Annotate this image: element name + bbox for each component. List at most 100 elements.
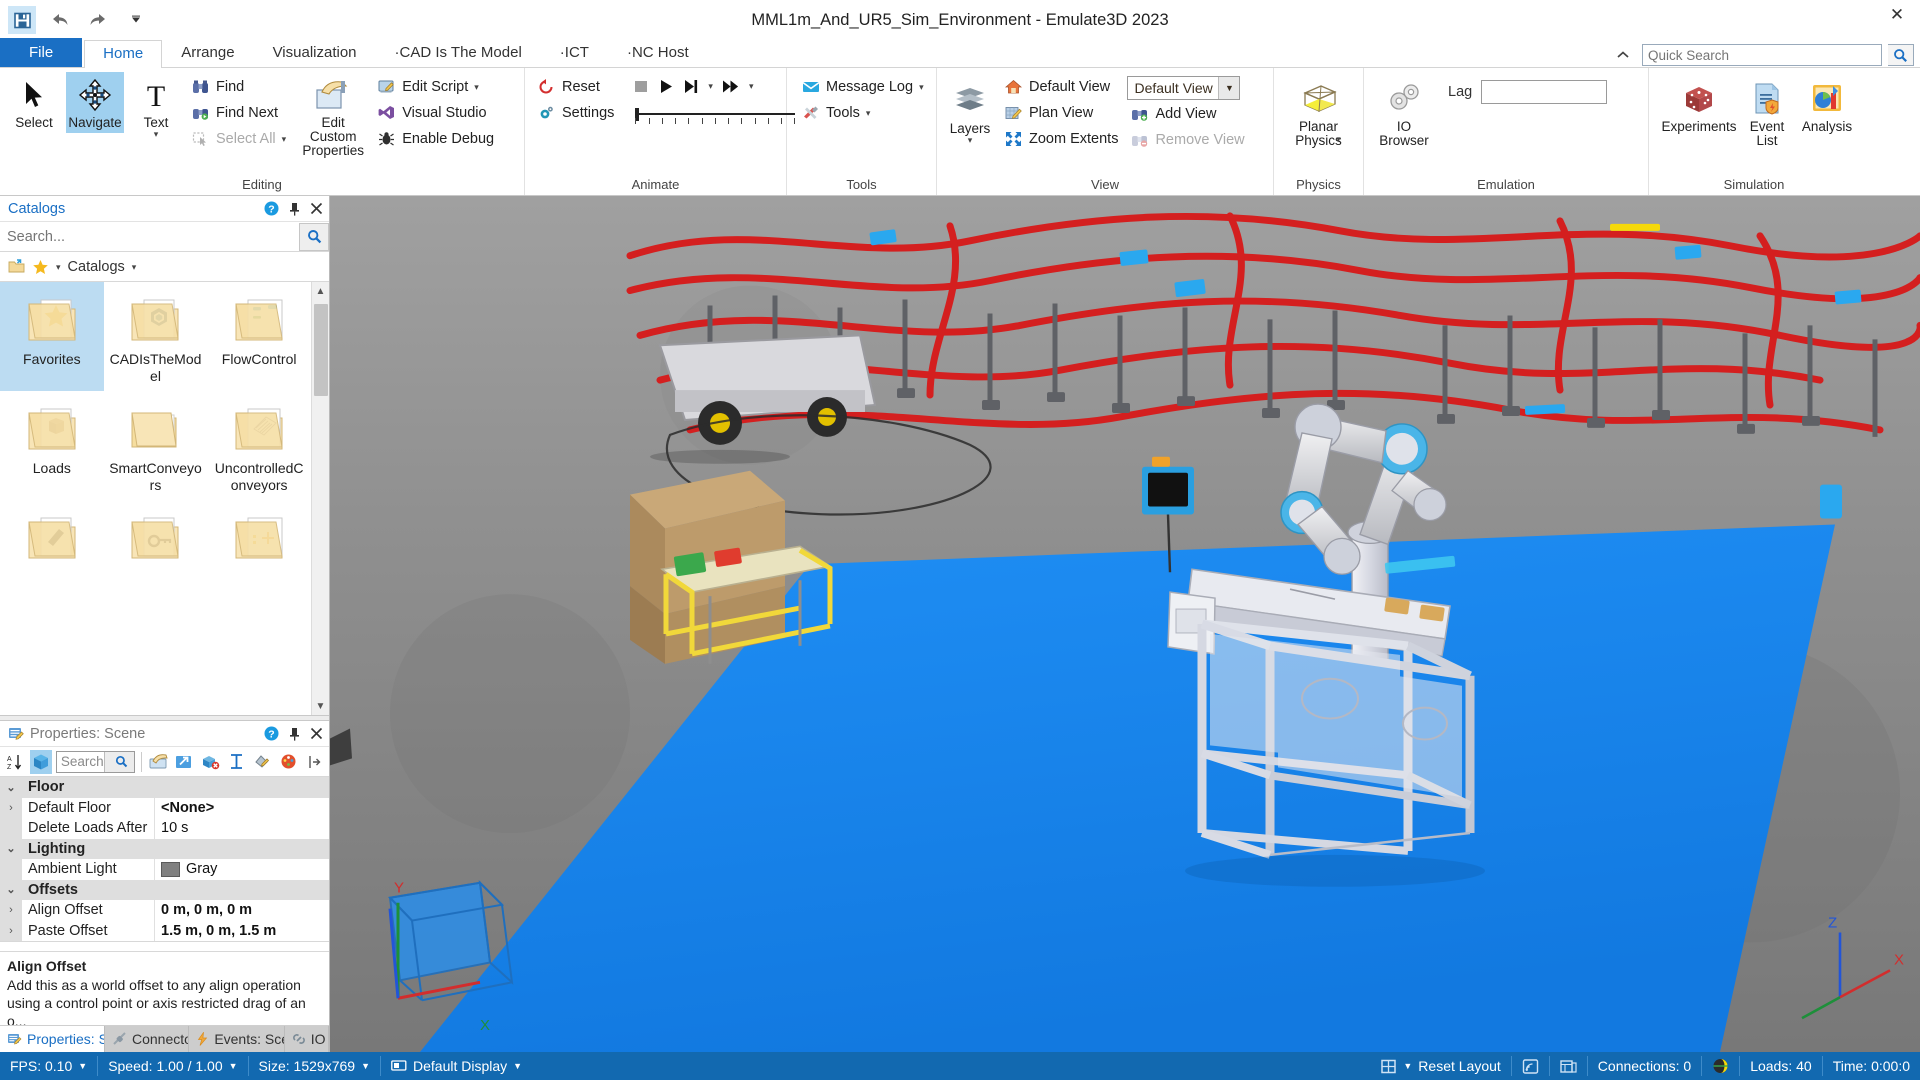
plan-view-button[interactable]: Plan View	[1001, 100, 1124, 125]
analysis-button[interactable]: Analysis	[1796, 76, 1858, 137]
catalogs-scroll-down-chevron-down-icon[interactable]: ▼	[312, 697, 330, 715]
redo-icon[interactable]	[84, 6, 112, 34]
help-circle-icon[interactable]: ?	[264, 726, 279, 741]
settings-button[interactable]: Settings	[534, 100, 620, 125]
planar-physics-button[interactable]: Planar Physics ▾	[1283, 76, 1355, 148]
message-log-button[interactable]: Message Log ▾	[798, 74, 930, 99]
display-chevron-down-icon[interactable]: ▼	[513, 1061, 522, 1071]
tab-nc-host[interactable]: ·NC Host	[608, 39, 708, 67]
catalogs-breadcrumb-chevron-down-icon[interactable]: ▾	[132, 262, 137, 271]
event-list-button[interactable]: Event List	[1741, 76, 1793, 151]
property-value[interactable]: 10 s	[155, 818, 329, 839]
loads-status[interactable]: Loads: 40	[1740, 1056, 1823, 1076]
property-row-align-offset[interactable]: › Align Offset 0 m, 0 m, 0 m	[0, 900, 329, 921]
edit-script-button[interactable]: Edit Script ▾	[374, 74, 500, 99]
row-expander-icon[interactable]: ›	[0, 920, 22, 941]
text-tool-button[interactable]: T Text ▾	[127, 72, 185, 141]
select-all-button[interactable]: Select All ▾	[188, 126, 292, 151]
edit-custom-properties-button[interactable]: Edit Custom Properties	[295, 72, 371, 161]
speed-chevron-down-icon[interactable]: ▼	[229, 1061, 238, 1071]
category-expander-icon[interactable]: ⌄	[0, 777, 22, 798]
tab-home[interactable]: Home	[84, 40, 163, 68]
customize-qat-chevron-down-icon[interactable]	[122, 6, 150, 34]
dimension-icon[interactable]	[225, 750, 247, 774]
catalog-item-cadisthemodel[interactable]: CADIsTheModel	[104, 282, 208, 391]
default-view-button[interactable]: Default View	[1001, 74, 1124, 99]
property-value[interactable]: <None>	[155, 797, 329, 818]
property-row-ambient-light[interactable]: Ambient Light Gray	[0, 859, 329, 880]
catalog-item-favorites[interactable]: Favorites	[0, 282, 104, 391]
3d-viewport[interactable]: Y X Z X	[330, 196, 1920, 1052]
dock-tab-events[interactable]: Events: Sce	[189, 1026, 285, 1052]
row-expander-icon[interactable]: ›	[0, 797, 22, 818]
pin-icon[interactable]	[288, 202, 301, 216]
property-row-paste-offset[interactable]: › Paste Offset 1.5 m, 0 m, 1.5 m	[0, 920, 329, 941]
sort-az-icon[interactable]: AZ	[4, 750, 26, 774]
view-selector[interactable]: Default View ▼	[1127, 76, 1241, 100]
tools-button[interactable]: Tools ▾	[798, 100, 930, 125]
play-button[interactable]	[658, 78, 674, 94]
category-expander-icon[interactable]: ⌄	[0, 879, 22, 900]
size-chevron-down-icon[interactable]: ▼	[361, 1061, 370, 1071]
tools-chevron-down-icon[interactable]: ▾	[866, 108, 871, 117]
color-palette-icon[interactable]	[277, 750, 299, 774]
fast-forward-dropdown-chevron-down-icon[interactable]: ▾	[749, 82, 754, 91]
find-next-button[interactable]: Find Next	[188, 100, 292, 125]
move-arrow-icon[interactable]	[173, 750, 195, 774]
quick-search-icon[interactable]	[1888, 44, 1914, 66]
close-icon[interactable]	[310, 202, 323, 215]
step-forward-button[interactable]	[683, 78, 699, 94]
dock-tab-properties[interactable]: Properties: Sc	[0, 1026, 105, 1052]
paint-bucket-icon[interactable]	[251, 750, 273, 774]
catalog-item-row3-1[interactable]	[0, 500, 104, 575]
catalogs-breadcrumb-label[interactable]: Catalogs	[68, 259, 125, 275]
favorites-chevron-down-icon[interactable]: ▾	[56, 262, 61, 271]
property-row-delete-loads-after[interactable]: Delete Loads After 10 s	[0, 818, 329, 839]
catalogs-scroll-up-chevron-up-icon[interactable]: ▲	[312, 282, 330, 300]
size-status[interactable]: Size: 1529x769 ▼	[249, 1056, 381, 1076]
tab-arrange[interactable]: Arrange	[162, 39, 253, 67]
property-value-wrap[interactable]: Gray	[155, 859, 329, 880]
layers-button[interactable]: Layers ▾	[942, 78, 998, 147]
catalogs-search-input[interactable]	[0, 222, 299, 251]
window-close-icon[interactable]: ✕	[1882, 4, 1912, 26]
property-row-default-floor[interactable]: › Default Floor <None>	[0, 797, 329, 818]
remove-view-button[interactable]: Remove View	[1127, 127, 1250, 152]
enable-debug-button[interactable]: Enable Debug	[374, 126, 500, 151]
pin-icon[interactable]	[288, 727, 301, 741]
expand-icon[interactable]	[303, 750, 325, 774]
text-tool-chevron-down-icon[interactable]: ▾	[154, 130, 159, 139]
tab-ict[interactable]: ·ICT	[541, 39, 608, 67]
globe-status[interactable]	[1702, 1056, 1741, 1076]
io-browser-button[interactable]: IO Browser	[1369, 76, 1439, 151]
add-view-button[interactable]: Add View	[1127, 101, 1250, 126]
message-log-chevron-down-icon[interactable]: ▾	[919, 82, 924, 91]
dock-tab-connectors[interactable]: Connecto	[105, 1026, 190, 1052]
category-expander-icon[interactable]: ⌄	[0, 838, 22, 859]
tab-file[interactable]: File	[0, 38, 83, 67]
collapse-ribbon-chevron-up-icon[interactable]	[1610, 50, 1636, 60]
reset-layout-chevron-down-icon[interactable]: ▼	[1403, 1061, 1412, 1071]
favorites-star-icon[interactable]	[32, 259, 49, 275]
property-value[interactable]: 1.5 m, 0 m, 1.5 m	[155, 920, 329, 941]
close-icon[interactable]	[310, 727, 323, 740]
fps-status[interactable]: FPS: 0.10 ▼	[0, 1056, 99, 1076]
cube-icon[interactable]	[29, 749, 52, 774]
zoom-extents-button[interactable]: Zoom Extents	[1001, 126, 1124, 151]
quick-search-input[interactable]	[1642, 44, 1882, 66]
visual-studio-button[interactable]: Visual Studio	[374, 100, 500, 125]
experiments-button[interactable]: Experiments	[1660, 76, 1738, 137]
property-value[interactable]: 0 m, 0 m, 0 m	[155, 900, 329, 921]
row-expander-icon[interactable]: ›	[0, 900, 22, 921]
broadcast-status[interactable]	[1512, 1056, 1550, 1076]
find-button[interactable]: Find	[188, 74, 292, 99]
open-folder-icon[interactable]	[8, 259, 25, 274]
delete-object-icon[interactable]	[199, 750, 221, 774]
layers-chevron-down-icon[interactable]: ▾	[968, 136, 973, 145]
catalog-item-row3-2[interactable]	[104, 500, 208, 575]
stop-button[interactable]	[633, 78, 649, 94]
lag-input[interactable]	[1481, 80, 1608, 104]
select-all-chevron-down-icon[interactable]: ▾	[282, 134, 287, 143]
reset-button[interactable]: Reset	[534, 74, 620, 99]
navigate-tool-button[interactable]: Navigate	[66, 72, 124, 133]
